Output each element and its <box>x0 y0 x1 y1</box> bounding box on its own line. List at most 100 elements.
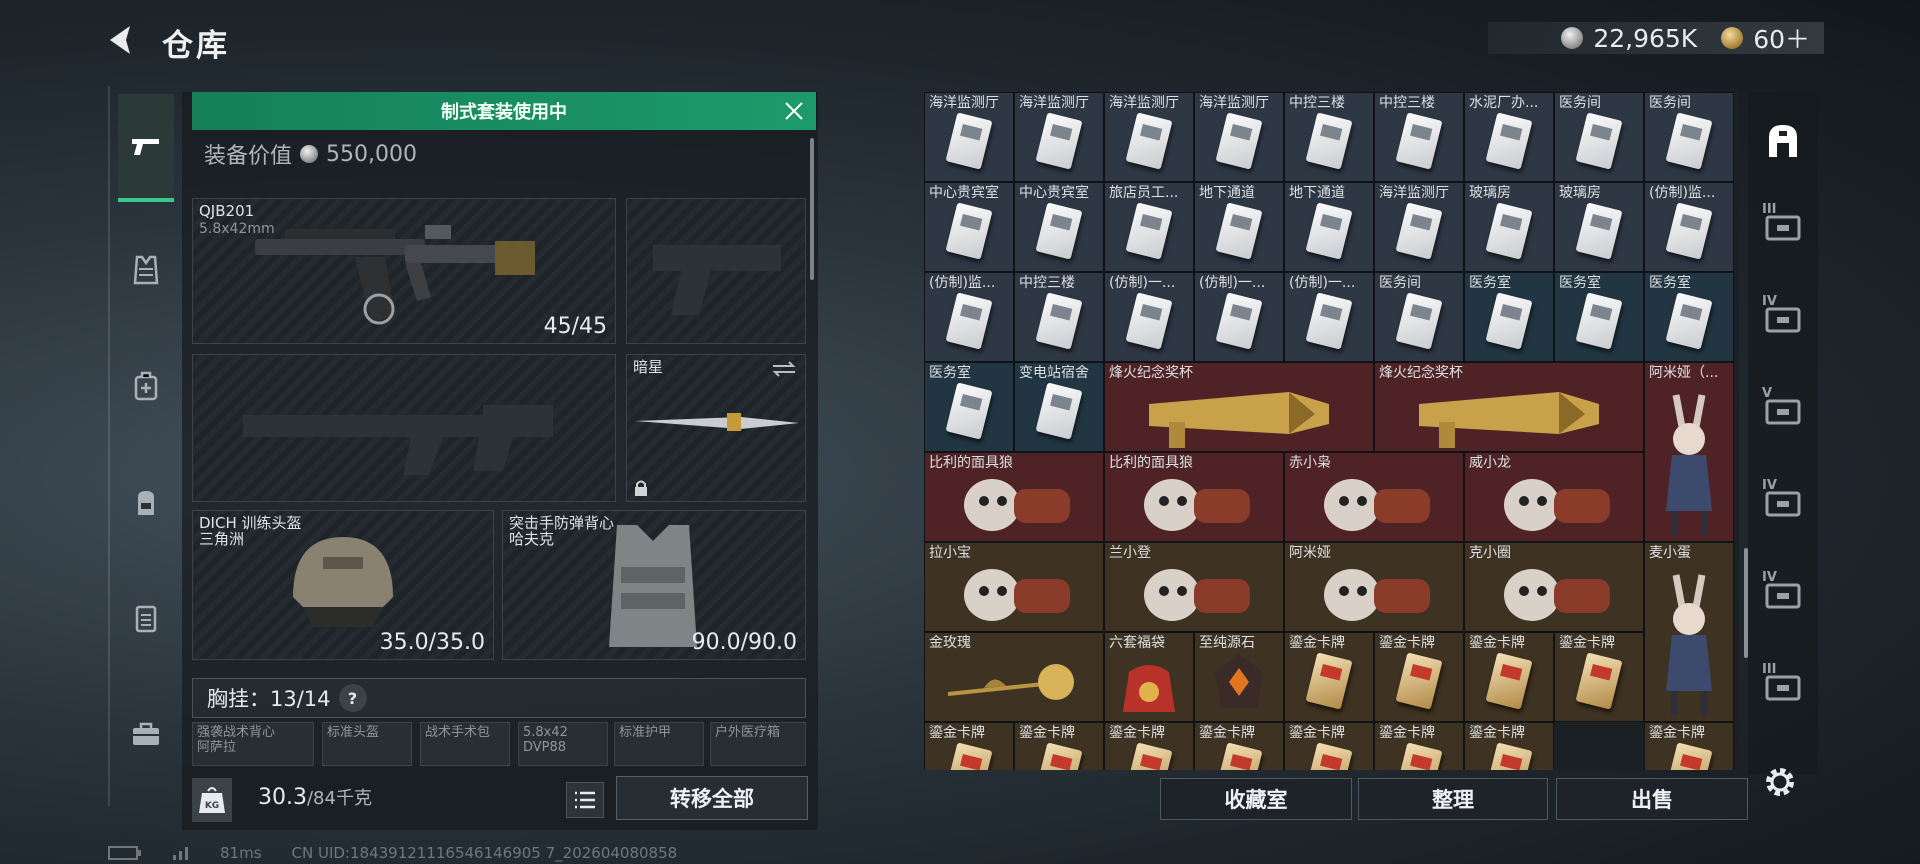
storage-item[interactable]: 比利的面具狼 <box>924 452 1104 542</box>
storage-item[interactable]: 至纯源石 <box>1194 632 1284 722</box>
item-name: 鎏金卡牌 <box>1109 725 1165 741</box>
tab-storage-6[interactable]: IV <box>1760 570 1806 616</box>
armor-brand: 哈夫克 <box>509 530 555 548</box>
gear-icon[interactable] <box>1762 764 1798 800</box>
storage-item[interactable]: 麦小蛋 <box>1644 542 1734 722</box>
toolbox-icon <box>133 722 159 745</box>
organize-button[interactable]: 整理 <box>1358 778 1548 820</box>
nav-weapon[interactable] <box>118 94 174 202</box>
storage-item[interactable]: 阿米娅（... <box>1644 362 1734 542</box>
transfer-all-button[interactable]: 转移全部 <box>616 776 808 820</box>
storage-item[interactable]: 海洋监测厅 <box>1374 182 1464 272</box>
storage-item[interactable]: 医务间 <box>1554 92 1644 182</box>
storage-item[interactable]: 玻璃房 <box>1464 182 1554 272</box>
plush-doll-icon <box>1504 479 1610 532</box>
chest-rig-bar[interactable]: 胸挂：13/14 ? <box>192 678 806 718</box>
sub-slot-surgery-kit[interactable]: 战术手术包 <box>420 722 510 766</box>
list-view-button[interactable] <box>566 782 604 818</box>
storage-item[interactable]: 威小龙 <box>1464 452 1644 542</box>
storage-item[interactable]: 中控三楼 <box>1374 92 1464 182</box>
helmet-slot[interactable]: DICH 训练头盔 三角洲 35.0/35.0 <box>192 510 494 660</box>
storage-item[interactable]: 鎏金卡牌 <box>1554 632 1644 722</box>
close-icon[interactable] <box>782 99 806 123</box>
tab-storage-3[interactable]: IV <box>1760 294 1806 340</box>
loadout-scrollbar[interactable] <box>810 138 814 280</box>
item-name: 赤小枭 <box>1289 455 1331 471</box>
storage-item[interactable]: 中心贵宾室 <box>1014 182 1104 272</box>
storage-item[interactable]: (仿制)监... <box>1644 182 1734 272</box>
storage-item[interactable]: 拉小宝 <box>924 542 1104 632</box>
storage-item[interactable]: 赤小枭 <box>1284 452 1464 542</box>
storage-item[interactable]: 鎏金卡牌 <box>924 722 1014 770</box>
storage-item[interactable]: 水泥厂办... <box>1464 92 1554 182</box>
tab-storage-5[interactable]: IV <box>1760 478 1806 524</box>
storage-item[interactable]: 地下通道 <box>1194 182 1284 272</box>
storage-item[interactable]: 海洋监测厅 <box>1014 92 1104 182</box>
storage-item[interactable]: 医务室 <box>1644 272 1734 362</box>
storage-item[interactable]: 医务间 <box>1374 272 1464 362</box>
storage-item[interactable]: 海洋监测厅 <box>1104 92 1194 182</box>
sub-slot-helmet[interactable]: 标准头盔 <box>322 722 412 766</box>
sub-slot-ammo[interactable]: 5.8x42 DVP88 <box>518 722 608 766</box>
storage-item[interactable]: 中控三楼 <box>1014 272 1104 362</box>
storage-item[interactable]: 鎏金卡牌 <box>1284 632 1374 722</box>
storage-item[interactable]: 中控三楼 <box>1284 92 1374 182</box>
tab-storage-4[interactable]: V <box>1760 386 1806 432</box>
back-arrow-icon[interactable] <box>104 22 140 58</box>
storage-item[interactable]: 中心贵宾室 <box>924 182 1014 272</box>
storage-item[interactable]: 鎏金卡牌 <box>1284 722 1374 770</box>
storage-item[interactable]: 玻璃房 <box>1554 182 1644 272</box>
storage-item[interactable]: 鎏金卡牌 <box>1374 632 1464 722</box>
nav-medical[interactable] <box>118 332 174 440</box>
sell-button[interactable]: 出售 <box>1556 778 1748 820</box>
storage-item[interactable]: 海洋监测厅 <box>924 92 1014 182</box>
storage-item[interactable]: 六套福袋 <box>1104 632 1194 722</box>
melee-slot[interactable]: 暗星 <box>626 354 806 502</box>
storage-item[interactable]: 医务室 <box>1464 272 1554 362</box>
storage-item[interactable]: 鎏金卡牌 <box>1464 632 1554 722</box>
pistol-slot[interactable] <box>626 198 806 344</box>
storage-item[interactable]: 比利的面具狼 <box>1104 452 1284 542</box>
armor-slot[interactable]: 突击手防弹背心 哈夫克 90.0/90.0 <box>502 510 806 660</box>
storage-item[interactable]: 鎏金卡牌 <box>1464 722 1554 770</box>
storage-item[interactable]: 鎏金卡牌 <box>1014 722 1104 770</box>
swap-icon[interactable] <box>771 361 797 377</box>
nav-clipboard[interactable] <box>118 564 174 672</box>
storage-item[interactable]: 鎏金卡牌 <box>1644 722 1734 770</box>
storage-item[interactable]: (仿制)一... <box>1194 272 1284 362</box>
storage-item[interactable]: 医务室 <box>1554 272 1644 362</box>
nav-toolbox[interactable] <box>118 680 174 788</box>
storage-item[interactable]: 医务间 <box>1644 92 1734 182</box>
tab-storage-7[interactable]: III <box>1760 662 1806 708</box>
storage-item[interactable]: 海洋监测厅 <box>1194 92 1284 182</box>
storage-item[interactable]: 烽火纪念奖杯 <box>1104 362 1374 452</box>
storage-item[interactable]: 鎏金卡牌 <box>1194 722 1284 770</box>
storage-item[interactable]: 医务室 <box>924 362 1014 452</box>
storage-item[interactable]: (仿制)一... <box>1284 272 1374 362</box>
sub-slot-armor[interactable]: 标准护甲 <box>614 722 704 766</box>
storage-item[interactable]: 兰小登 <box>1104 542 1284 632</box>
storage-item[interactable]: 阿米娅 <box>1284 542 1464 632</box>
secondary-weapon-slot[interactable] <box>192 354 616 502</box>
storage-item[interactable]: 烽火纪念奖杯 <box>1374 362 1644 452</box>
item-name: 克小圈 <box>1469 545 1511 561</box>
primary-weapon-slot[interactable]: QJB201 5.8x42mm 45/45 <box>192 198 616 344</box>
storage-item[interactable]: 变电站宿舍 <box>1014 362 1104 452</box>
nav-backpack[interactable] <box>118 448 174 556</box>
sub-slot-medkit[interactable]: 户外医疗箱 <box>710 722 806 766</box>
sub-slot-rig[interactable]: 强袭战术背心 阿萨拉 <box>192 722 314 766</box>
storage-item[interactable]: 鎏金卡牌 <box>1104 722 1194 770</box>
nav-vest[interactable] <box>118 216 174 324</box>
collection-room-button[interactable]: 收藏室 <box>1160 778 1352 820</box>
storage-item[interactable]: 鎏金卡牌 <box>1374 722 1464 770</box>
storage-item[interactable]: 旅店员工... <box>1104 182 1194 272</box>
help-icon[interactable]: ? <box>338 684 367 712</box>
storage-item[interactable]: (仿制)监... <box>924 272 1014 362</box>
storage-item[interactable]: (仿制)一... <box>1104 272 1194 362</box>
storage-item[interactable]: 克小圈 <box>1464 542 1644 632</box>
storage-item[interactable]: 金玫瑰 <box>924 632 1104 722</box>
storage-item[interactable]: 地下通道 <box>1284 182 1374 272</box>
tab-main-storage[interactable] <box>1760 118 1806 164</box>
tab-storage-2[interactable]: III <box>1760 202 1806 248</box>
list-icon <box>575 791 595 809</box>
